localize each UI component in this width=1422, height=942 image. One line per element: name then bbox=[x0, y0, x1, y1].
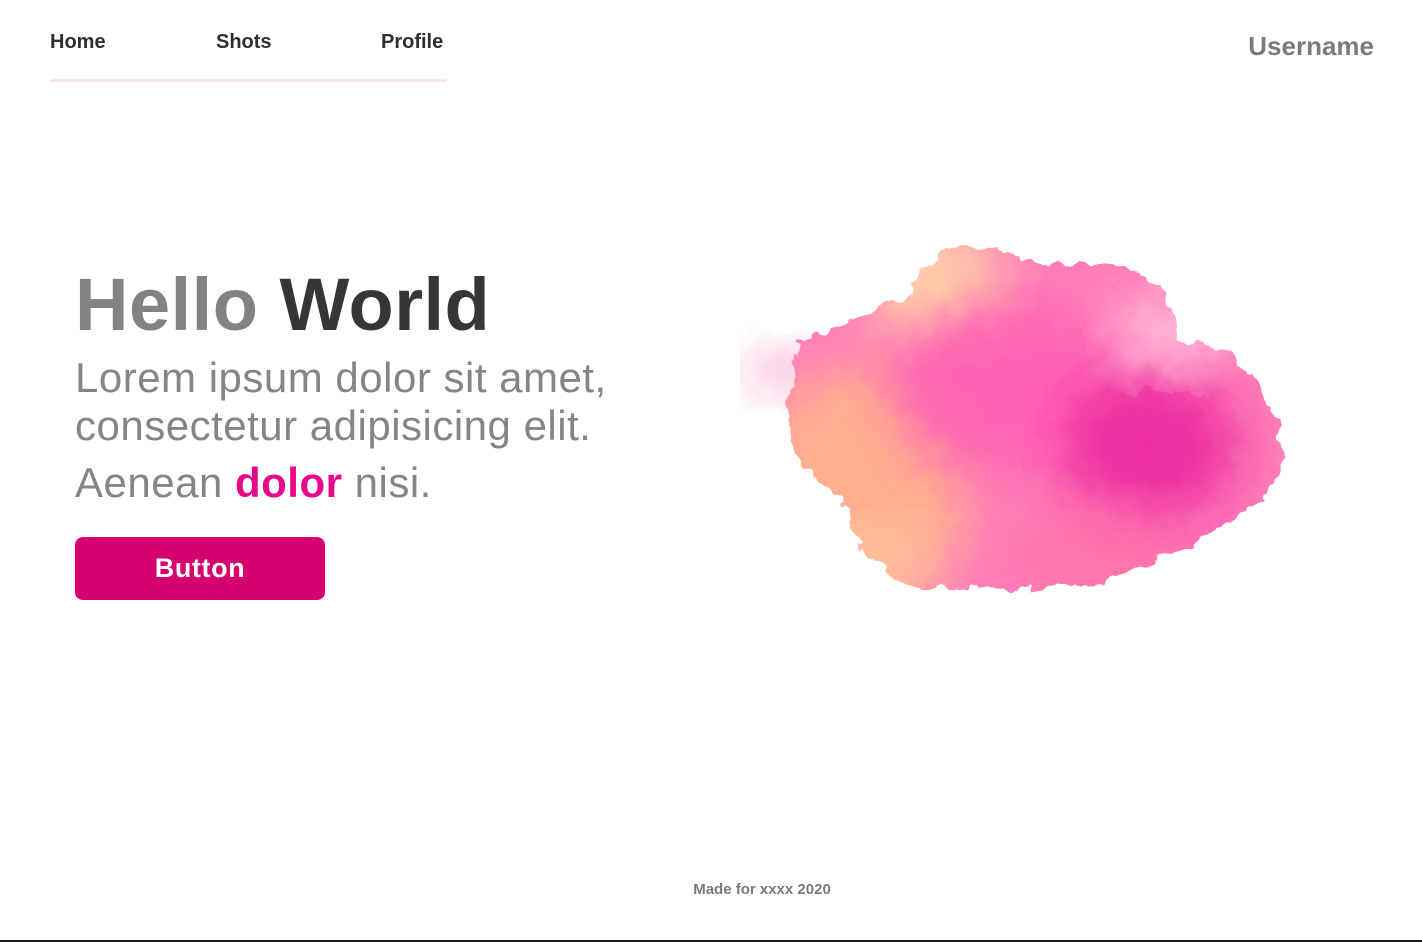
hero-tagline-accent: dolor bbox=[234, 459, 343, 506]
hero-title: Hello World bbox=[75, 262, 695, 348]
hero-section: Hello World Lorem ipsum dolor sit amet, … bbox=[75, 262, 695, 508]
nav-item-home[interactable]: Home bbox=[50, 28, 106, 56]
page: Home Shots Profile Username Hello World … bbox=[0, 0, 1422, 942]
nav-item-shots[interactable]: Shots bbox=[216, 28, 272, 56]
footer-text: Made for xxxx 2020 bbox=[693, 881, 831, 898]
main-nav: Home Shots Profile bbox=[50, 28, 447, 83]
primary-button[interactable]: Button bbox=[75, 537, 325, 600]
username-link[interactable]: Username bbox=[1248, 30, 1374, 62]
hero-title-part1: Hello bbox=[75, 263, 259, 346]
hero-tagline-before: Aenean bbox=[75, 459, 223, 506]
hero-tagline: Aenean dolor nisi. bbox=[75, 458, 695, 508]
hero-tagline-after: nisi. bbox=[354, 459, 432, 506]
hero-title-part2: World bbox=[279, 263, 491, 346]
nav-item-profile[interactable]: Profile bbox=[381, 28, 443, 56]
watercolor-blob-icon bbox=[740, 247, 1281, 590]
nav-underline bbox=[50, 79, 447, 82]
hero-subtitle: Lorem ipsum dolor sit amet, consectetur … bbox=[75, 354, 607, 449]
